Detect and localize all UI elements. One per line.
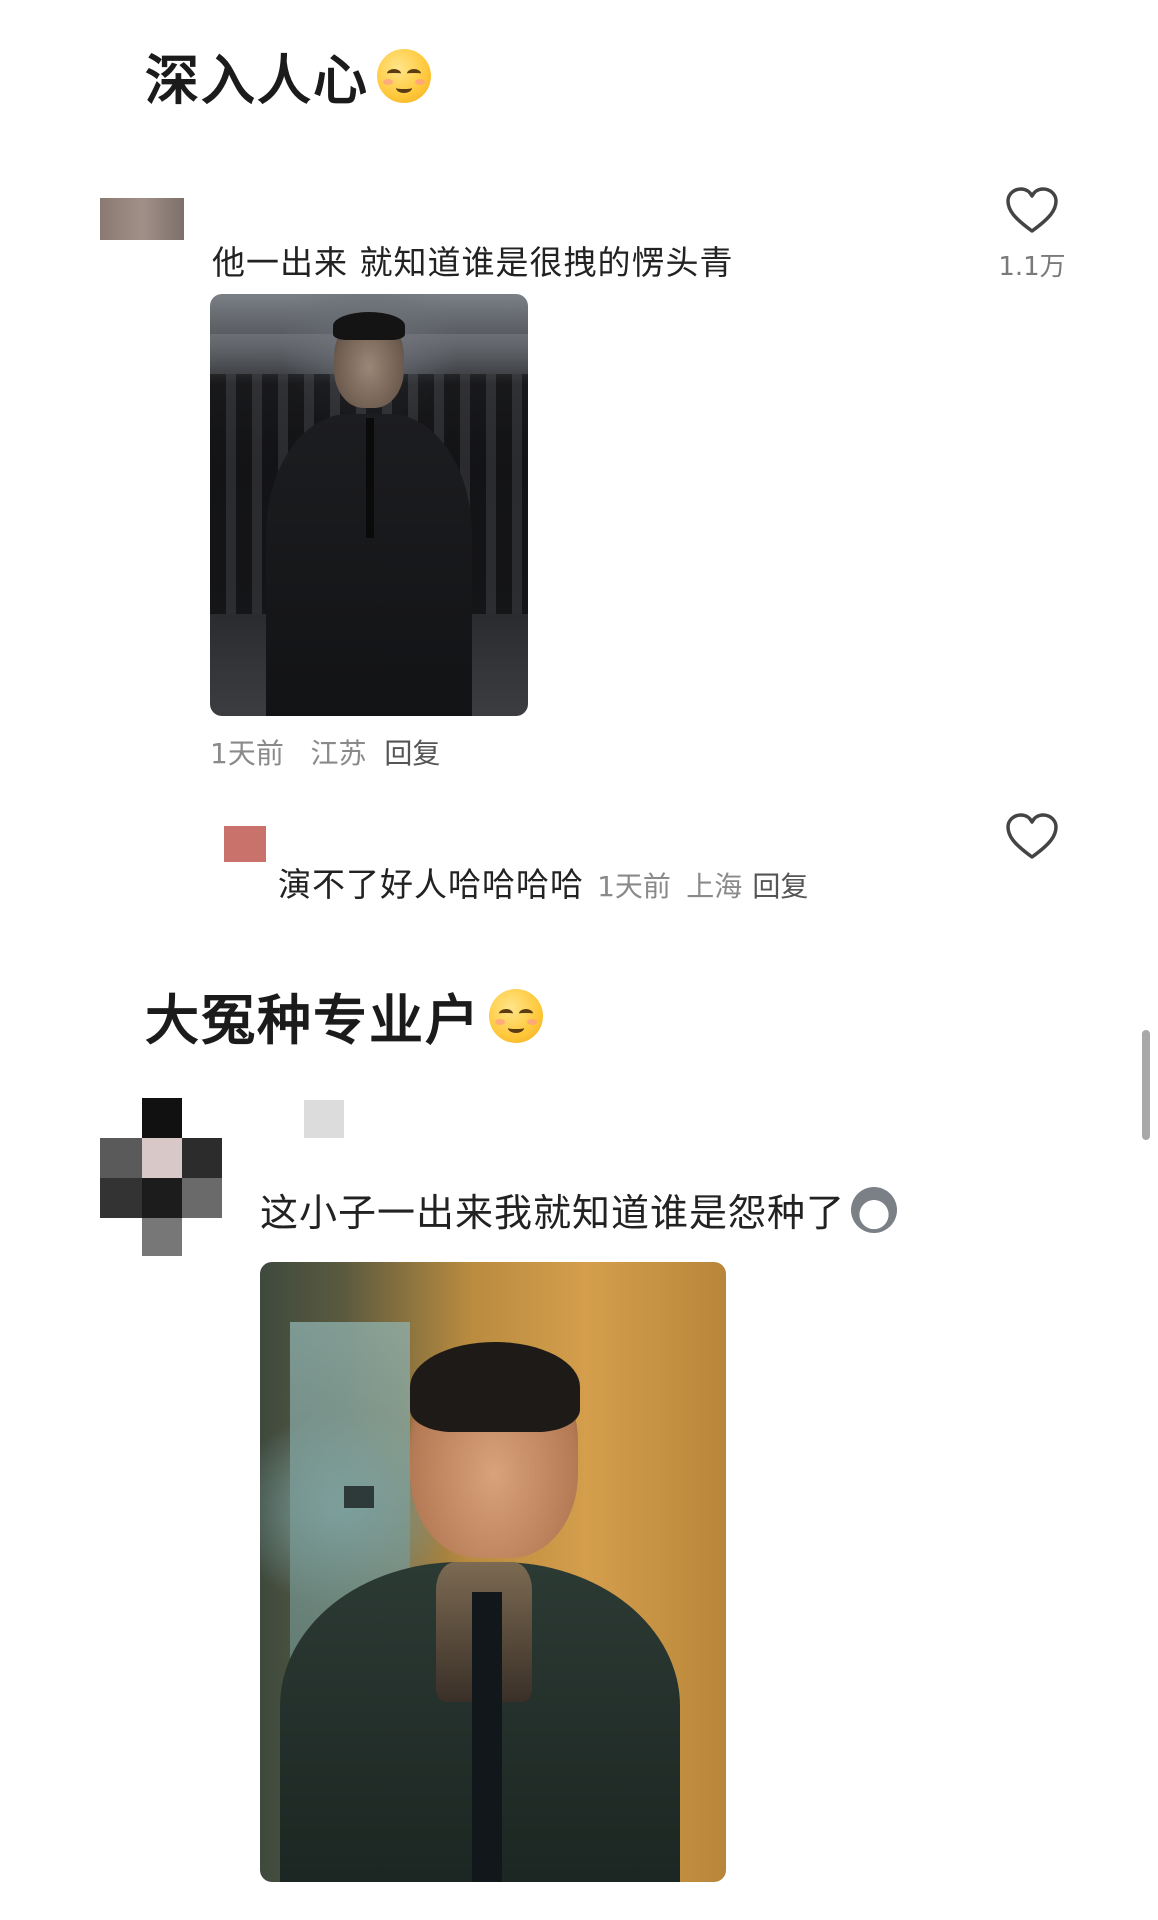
smug-face-emoji-icon: [377, 48, 431, 103]
like-count: 1.1万: [998, 252, 1066, 282]
sub-reply-like-button[interactable]: [1004, 812, 1060, 862]
sub-reply-text: 演不了好人哈哈哈哈: [278, 865, 584, 904]
comment-image-2[interactable]: [260, 1262, 726, 1882]
scrollbar[interactable]: [1142, 1030, 1150, 1140]
section-heading-2-text: 大冤种专业户: [145, 989, 481, 1052]
section-heading-2: 大冤种专业户: [145, 976, 543, 1055]
comment-location: 江苏: [310, 737, 367, 770]
section-heading-1-text: 深入人心: [145, 49, 369, 112]
comment-text: 他一出来 就知道谁是很拽的愣头青: [212, 243, 734, 282]
comment-2: 这小子一出来我就知道谁是怨种了: [260, 1182, 898, 1237]
reply-button[interactable]: 回复: [384, 737, 440, 770]
reply-avatar-pixelated[interactable]: [224, 826, 266, 862]
sub-reply-button[interactable]: 回复: [752, 870, 808, 903]
avatar-pixelated[interactable]: [100, 198, 184, 240]
smug-face-emoji-icon: [489, 988, 543, 1043]
comment-image-1[interactable]: [210, 294, 528, 716]
sub-reply-time: 1天前: [597, 870, 671, 903]
wolf-emoji-icon: [851, 1186, 898, 1233]
comment-2-text: 这小子一出来我就知道谁是怨种了: [260, 1191, 846, 1235]
sub-reply: 演不了好人哈哈哈哈 1天前 上海 回复: [278, 858, 808, 906]
comment-meta: 1天前 江苏 回复: [210, 732, 440, 772]
heart-outline-icon: [1006, 187, 1058, 233]
comment-time: 1天前: [210, 737, 284, 770]
heart-outline-icon: [1006, 813, 1058, 859]
like-button[interactable]: [1004, 186, 1060, 236]
sub-reply-location: 上海: [686, 870, 743, 903]
section-heading-1: 深入人心: [145, 36, 431, 115]
username-pixelated[interactable]: [304, 1100, 344, 1138]
